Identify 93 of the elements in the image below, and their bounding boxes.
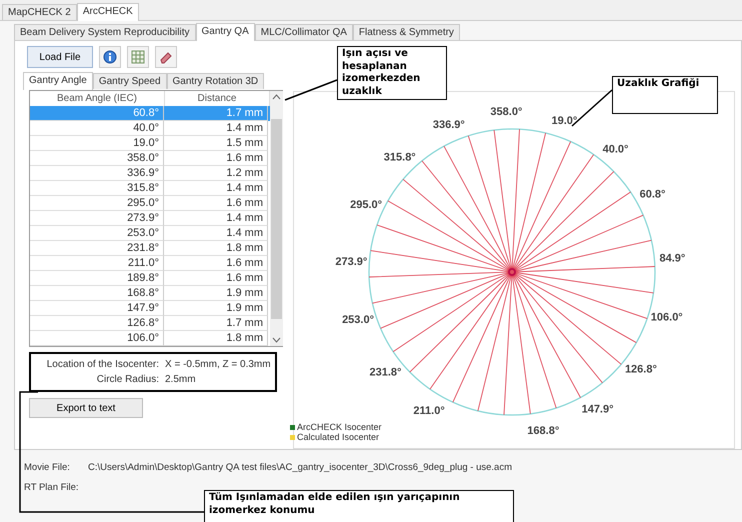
table-cell: 211.0°: [30, 256, 164, 271]
table-cell: 40.0°: [30, 121, 164, 136]
table-cell: 60.8°: [30, 106, 164, 121]
table-cell: 1.6 mm: [164, 196, 268, 211]
table-row[interactable]: 126.8° 1.7 mm: [30, 316, 270, 331]
table-row[interactable]: 168.8° 1.9 mm: [30, 286, 270, 301]
angle-label: 211.0°: [413, 405, 445, 417]
angle-label: 336.9°: [432, 118, 465, 131]
module-tab[interactable]: MLC/Collimator QA: [254, 24, 353, 40]
table-cell: 1.9 mm: [164, 286, 268, 301]
module-tab[interactable]: Gantry QA: [196, 23, 255, 41]
table-row[interactable]: 19.0° 1.5 mm: [30, 136, 270, 151]
table-row[interactable]: 189.8° 1.6 mm: [30, 271, 270, 286]
table-row[interactable]: 231.8° 1.8 mm: [30, 241, 270, 256]
table-cell: 358.0°: [30, 151, 164, 166]
info-value: 2.5mm: [165, 373, 196, 387]
load-file-button[interactable]: Load File: [27, 46, 93, 68]
table-cell: 231.8°: [30, 241, 164, 256]
angle-label: 358.0°: [490, 106, 522, 118]
info-label: Location of the Isocenter:: [46, 358, 159, 372]
angle-label: 19.0°: [552, 114, 578, 127]
info-icon[interactable]: [99, 46, 121, 68]
table-cell: 126.8°: [30, 316, 164, 331]
table-row[interactable]: 253.0° 1.4 mm: [30, 226, 270, 241]
view-tab[interactable]: Gantry Rotation 3D: [166, 73, 264, 89]
angle-label: 253.0°: [342, 314, 374, 326]
table-cell: 168.8°: [30, 286, 164, 301]
table-cell: 273.9°: [30, 211, 164, 226]
table-row[interactable]: 336.9° 1.2 mm: [30, 166, 270, 181]
table-cell: 253.0°: [30, 226, 164, 241]
table-row[interactable]: 273.9° 1.4 mm: [30, 211, 270, 226]
angle-label: 126.8°: [624, 363, 657, 376]
table-cell: 1.2 mm: [164, 166, 268, 181]
table-cell: 1.4 mm: [164, 211, 268, 226]
angle-label: 60.8°: [640, 188, 666, 200]
table-cell: 1.6 mm: [164, 271, 268, 286]
table-cell: 19.0°: [30, 136, 164, 151]
angle-label: 273.9°: [335, 256, 368, 268]
table-row[interactable]: 315.8° 1.4 mm: [30, 181, 270, 196]
table-cell: 1.8 mm: [164, 241, 268, 256]
angle-label: 315.8°: [384, 152, 416, 164]
angle-label: 84.9°: [659, 252, 686, 265]
table-cell: 1.9 mm: [164, 301, 268, 316]
eraser-icon[interactable]: [155, 46, 177, 68]
module-tab[interactable]: Beam Delivery System Reproducibility: [14, 24, 196, 40]
info-value: X = -0.5mm, Z = 0.3mm: [165, 358, 271, 372]
table-row[interactable]: 358.0° 1.6 mm: [30, 151, 270, 166]
table-cell: 147.9°: [30, 301, 164, 316]
angle-label: 231.8°: [370, 366, 402, 379]
module-tab[interactable]: Flatness & Symmetry: [352, 24, 460, 40]
table-cell: 189.8°: [30, 271, 164, 286]
angle-label: 40.0°: [602, 144, 628, 156]
scrollbar[interactable]: [270, 91, 283, 346]
table-cell: 336.9°: [30, 166, 164, 181]
view-tab[interactable]: Gantry Speed: [92, 73, 167, 89]
table-cell: 1.7 mm: [164, 316, 268, 331]
table-cell: 1.4 mm: [164, 181, 268, 196]
file-label: RT Plan File:: [24, 481, 80, 495]
callout-note: Tüm Işınlamadan elde edilen ışın yarıçapının izomerkez konumu: [204, 490, 514, 522]
callout-note: Işın açısı ve hesaplanan izomerkezden uzaklık: [337, 46, 447, 100]
angle-label: 106.0°: [650, 311, 683, 324]
table-cell: 1.6 mm: [164, 256, 268, 271]
table-cell: 106.0°: [30, 331, 164, 346]
info-label: Circle Radius:: [96, 373, 159, 387]
table-row[interactable]: 211.0° 1.6 mm: [30, 256, 270, 271]
table-cell: 1.4 mm: [164, 121, 268, 136]
table-row[interactable]: 147.9° 1.9 mm: [30, 301, 270, 316]
app-tab[interactable]: MapCHECK 2: [2, 4, 77, 20]
table-cell: 1.5 mm: [164, 136, 268, 151]
app-tab[interactable]: ArcCHECK: [76, 3, 139, 21]
view-tab[interactable]: Gantry Angle: [23, 72, 93, 90]
table-cell: 1.7 mm: [164, 106, 268, 121]
table-row[interactable]: 40.0° 1.4 mm: [30, 121, 270, 136]
scroll-thumb[interactable]: [271, 118, 282, 318]
file-path: C:\Users\Admin\Desktop\Gantry QA test files\AC_gantry_isocenter_3D\Cross6_9deg_plug - use.acm: [88, 461, 512, 475]
callout-note: Uzaklık Grafiği: [612, 76, 718, 114]
table-cell: 1.8 mm: [164, 331, 268, 346]
leader-line: [284, 79, 338, 101]
grid-icon[interactable]: [127, 46, 149, 68]
table-row[interactable]: 106.0° 1.8 mm: [30, 331, 270, 346]
table-cell: 1.4 mm: [164, 226, 268, 241]
angle-label: 168.8°: [527, 424, 560, 437]
legend-label: ArcCHECK Isocenter: [297, 422, 382, 432]
table-cell: 1.6 mm: [164, 151, 268, 166]
file-label: Movie File:: [24, 461, 71, 475]
angle-label: 295.0°: [350, 198, 382, 211]
legend-label: Calculated Isocenter: [297, 432, 380, 442]
table-row[interactable]: 295.0° 1.6 mm: [30, 196, 270, 211]
export-button[interactable]: Export to text: [29, 398, 143, 418]
angle-label: 147.9°: [582, 403, 614, 416]
center-marker: [508, 268, 516, 276]
table-cell: 315.8°: [30, 181, 164, 196]
table-cell: 295.0°: [30, 196, 164, 211]
